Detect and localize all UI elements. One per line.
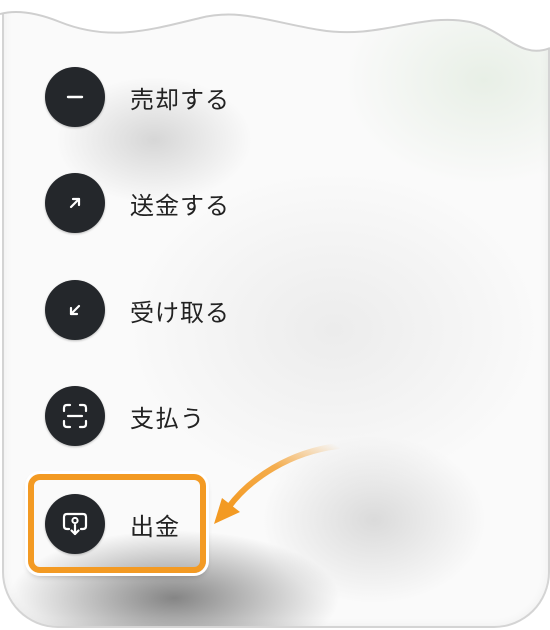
torn-edge-wave: [0, 0, 550, 52]
menu-item-receive[interactable]: 受け取る: [45, 280, 230, 340]
menu-item-label: 支払う: [130, 404, 205, 433]
menu-item-label: 受け取る: [130, 298, 230, 327]
menu-item-pay[interactable]: 支払う: [45, 386, 205, 446]
menu-item-label: 売却する: [130, 85, 230, 114]
highlight-box: [28, 474, 206, 573]
minus-icon: [45, 67, 105, 127]
menu-item-send[interactable]: 送金する: [45, 173, 230, 233]
pointer-arrow-icon: [214, 443, 341, 524]
screenshot-stage: 売却する 送金する 受け取る 支払う 出金: [0, 0, 550, 630]
arrow-down-left-icon: [45, 280, 105, 340]
arrow-up-right-icon: [45, 173, 105, 233]
menu-item-sell[interactable]: 売却する: [45, 67, 230, 127]
menu-item-label: 送金する: [130, 191, 230, 220]
scan-icon: [45, 386, 105, 446]
